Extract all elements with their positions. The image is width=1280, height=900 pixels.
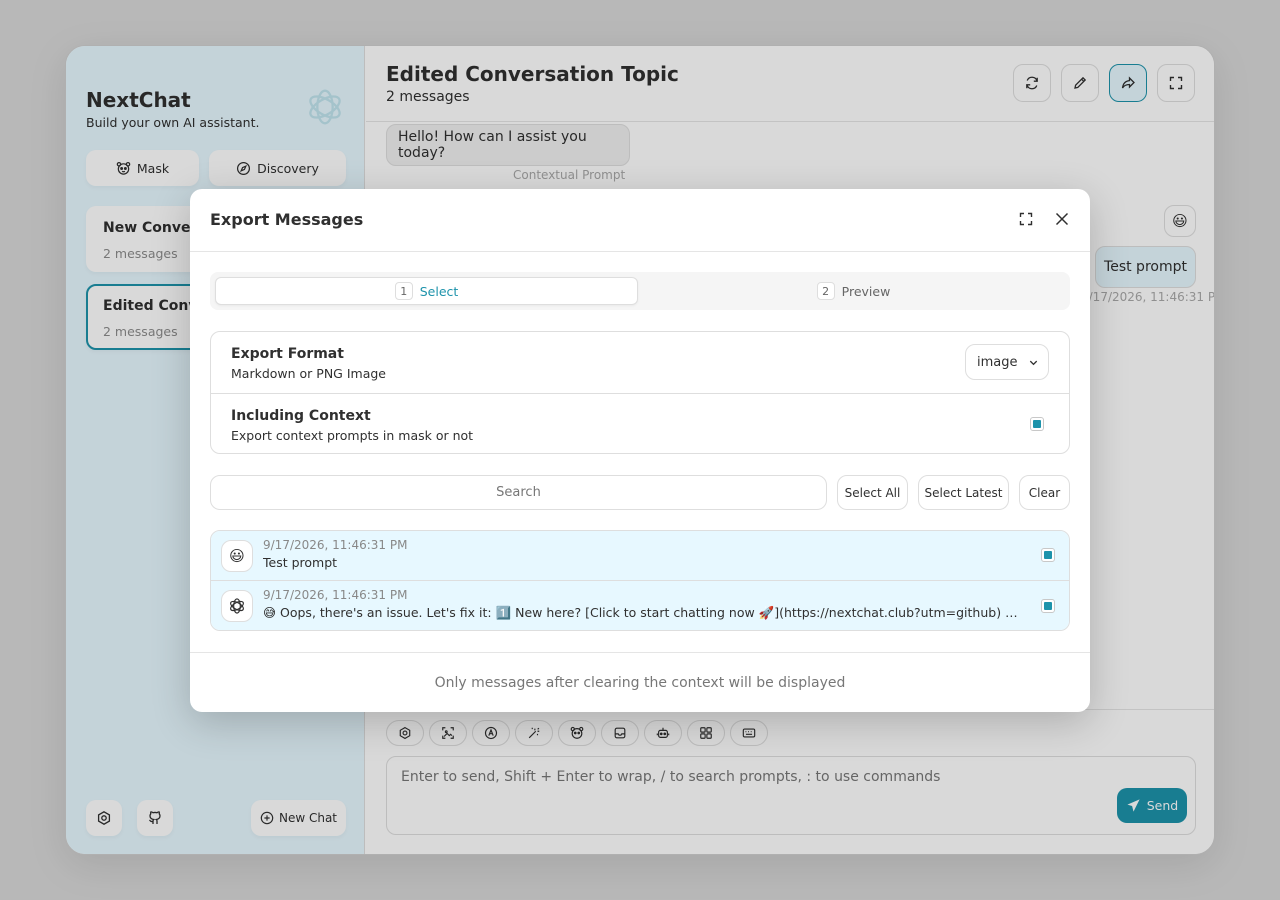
- including-context-subtitle: Export context prompts in mask or not: [231, 428, 474, 443]
- export-format-row: Export Format Markdown or PNG Image imag…: [211, 332, 1069, 393]
- maximize-button[interactable]: [1014, 207, 1038, 231]
- maximize-icon: [1018, 211, 1034, 227]
- message-checkbox[interactable]: [1041, 599, 1055, 613]
- message-row[interactable]: 😃 9/17/2026, 11:46:31 PM Test prompt: [211, 531, 1069, 580]
- modal-title: Export Messages: [210, 210, 364, 229]
- including-context-checkbox[interactable]: [1030, 417, 1044, 431]
- checkbox-check: [1044, 602, 1052, 610]
- message-checkbox[interactable]: [1041, 548, 1055, 562]
- step-number: 2: [816, 282, 835, 300]
- message-row[interactable]: 9/17/2026, 11:46:31 PM 😅 Oops, there's a…: [211, 580, 1069, 630]
- select-latest-button[interactable]: Select Latest: [918, 475, 1009, 510]
- export-format-title: Export Format: [231, 346, 344, 362]
- step-label: Preview: [841, 283, 891, 299]
- checkbox-check: [1033, 420, 1041, 428]
- close-icon: [1054, 211, 1070, 227]
- export-modal: Export Messages 1 Select 2 Preview Expor…: [190, 189, 1090, 712]
- including-context-row: Including Context Export context prompts…: [211, 393, 1069, 454]
- step-select[interactable]: 1 Select: [215, 277, 638, 305]
- search-input[interactable]: Search: [210, 475, 827, 510]
- message-time: 9/17/2026, 11:46:31 PM: [263, 588, 408, 602]
- select-all-button[interactable]: Select All: [837, 475, 908, 510]
- message-text: 😅 Oops, there's an issue. Let's fix it: …: [263, 605, 1023, 620]
- step-label: Select: [419, 283, 459, 299]
- export-settings: Export Format Markdown or PNG Image imag…: [210, 331, 1070, 454]
- message-list: 😃 9/17/2026, 11:46:31 PM Test prompt 9/1…: [210, 530, 1070, 631]
- clear-button[interactable]: Clear: [1019, 475, 1070, 510]
- step-preview[interactable]: 2 Preview: [642, 277, 1065, 305]
- including-context-title: Including Context: [231, 408, 371, 424]
- export-format-select[interactable]: image: [965, 344, 1049, 380]
- message-text: Test prompt: [263, 555, 338, 570]
- modal-footer-note: Only messages after clearing the context…: [190, 652, 1090, 712]
- step-number: 1: [394, 282, 413, 300]
- checkbox-check: [1044, 551, 1052, 559]
- export-format-value: image: [977, 354, 1018, 370]
- user-avatar: 😃: [221, 540, 253, 572]
- bot-avatar-openai-icon: [221, 590, 253, 622]
- export-format-subtitle: Markdown or PNG Image: [231, 366, 386, 381]
- chevron-down-icon: [1028, 357, 1039, 368]
- step-indicator: 1 Select 2 Preview: [210, 272, 1070, 310]
- close-button[interactable]: [1050, 207, 1074, 231]
- modal-header: Export Messages: [190, 189, 1090, 252]
- message-time: 9/17/2026, 11:46:31 PM: [263, 538, 408, 552]
